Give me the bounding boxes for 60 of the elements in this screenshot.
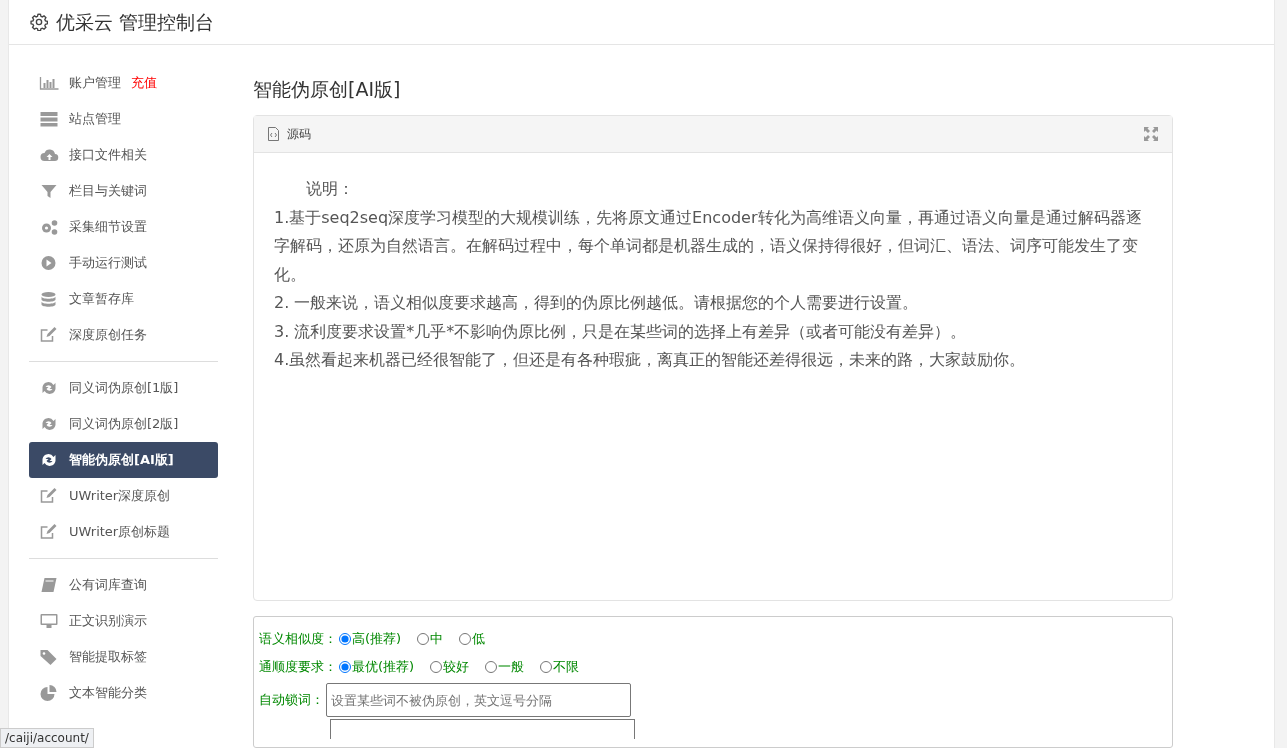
radio-button[interactable]	[459, 633, 472, 645]
sidebar-item[interactable]: 采集细节设置	[29, 208, 218, 245]
option-text: 中	[430, 630, 444, 649]
sidebar-item[interactable]: 接口文件相关	[29, 136, 218, 173]
edit-icon	[39, 523, 59, 540]
sidebar-item[interactable]: 账户管理 充值	[29, 64, 218, 101]
gears-icon	[39, 218, 59, 235]
sidebar-item[interactable]: 栏目与关键词	[29, 172, 218, 209]
option-text: 较好	[443, 658, 470, 677]
radio-button[interactable]	[339, 661, 351, 673]
sidebar-item[interactable]: 文本智能分类	[29, 674, 218, 711]
option-text: 一般	[498, 658, 525, 677]
field-label: 自动锁词：	[259, 691, 324, 710]
option-text: 最优(推荐)	[352, 658, 415, 677]
sidebar-item[interactable]: 智能伪原创[AI版]	[29, 441, 218, 478]
text-area[interactable]	[330, 719, 635, 739]
monitor-icon	[39, 612, 59, 629]
bar-chart-icon	[39, 74, 59, 91]
fullscreen-icon[interactable]	[1144, 127, 1158, 141]
option-text: 低	[472, 630, 486, 649]
sidebar-item[interactable]: 智能提取标签	[29, 638, 218, 675]
edit-icon	[39, 326, 59, 343]
note-paragraph: 1.基于seq2seq深度学习模型的大规模训练，先将原文通过Encoder转化为高维语义向量，再通过语义向量是通过解码器逐字解码，还原为自然语言。在解码过程中，每个单词都是机器生成的，语义保持得很好，但词汇、语法、词序可能发生了变化。	[274, 206, 1143, 286]
option-text: 不限	[553, 658, 580, 677]
option-label: 语义相似度：	[259, 630, 337, 649]
radio-button[interactable]	[485, 661, 498, 673]
note-heading: 说明：	[305, 178, 355, 200]
tag-icon	[39, 648, 59, 665]
sidebar-item[interactable]: 同义词伪原创[2版]	[29, 405, 218, 442]
option-text: 高(推荐)	[352, 630, 402, 649]
book-icon	[39, 576, 59, 593]
option-label: 通顺度要求：	[259, 658, 337, 677]
note-paragraph: 4.虽然看起来机器已经很智能了，但还是有各种瑕疵，离真正的智能还差得很远，未来的路，大家鼓励你。	[274, 349, 1027, 371]
status-url: /caiji/account/	[0, 728, 94, 748]
sidebar-item[interactable]: 站点管理	[29, 100, 218, 137]
sidebar-item[interactable]: 手动运行测试	[29, 244, 218, 281]
note-paragraph: 2. 一般来说，语义相似度要求越高，得到的伪原比例越低。请根据您的个人需要进行设置。	[274, 292, 920, 314]
radio-button[interactable]	[540, 661, 553, 673]
sidebar-item[interactable]: 同义词伪原创[1版]	[29, 369, 218, 406]
sidebar-item[interactable]: 文章暂存库	[29, 280, 218, 317]
sidebar-item[interactable]: UWriter深度原创	[29, 477, 218, 514]
radio-button[interactable]	[417, 633, 430, 645]
database-icon	[39, 290, 59, 307]
input-field[interactable]: 设置某些词不被伪原创，英文逗号分隔	[326, 683, 631, 717]
sidebar-item[interactable]: 公有词库查询	[29, 566, 218, 603]
app-title: 优采云 管理控制台	[56, 9, 215, 35]
radio-button[interactable]	[430, 661, 443, 673]
edit-icon	[39, 487, 59, 504]
sidebar-item[interactable]: 正文识别演示	[29, 602, 218, 639]
sidebar-item[interactable]: 深度原创任务	[29, 316, 218, 353]
pie-chart-icon	[39, 684, 59, 701]
note-paragraph: 3. 流利度要求设置*几乎*不影响伪原比例，只是在某些词的选择上有差异（或者可能没有差异）。	[274, 320, 968, 343]
code-file-icon	[268, 127, 279, 141]
sidebar-item[interactable]: UWriter原创标题	[29, 513, 218, 550]
filter-icon	[39, 182, 59, 199]
page-title: 智能伪原创[AI版]	[253, 76, 402, 102]
panel-title: 源码	[287, 126, 311, 143]
server-icon	[39, 110, 59, 127]
settings-icon	[30, 12, 48, 31]
radio-button[interactable]	[339, 633, 351, 645]
